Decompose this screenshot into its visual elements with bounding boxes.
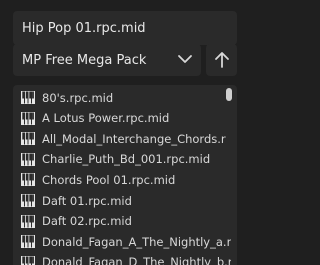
file-name-text: Hip Pop 01.rpc.mid	[22, 20, 146, 36]
file-list-item[interactable]: Donald_Fagan_D_The_Nightly_b.r	[13, 252, 231, 265]
arrow-up-icon	[214, 52, 229, 68]
file-list-item[interactable]: 80's.rpc.mid	[13, 87, 231, 108]
midi-browser-panel: Hip Pop 01.rpc.mid MP Free Mega Pack 80'…	[0, 0, 246, 265]
file-list-item[interactable]: Daft 01.rpc.mid	[13, 190, 231, 211]
piano-keys-icon	[21, 214, 35, 228]
pack-select[interactable]: MP Free Mega Pack	[13, 44, 201, 76]
piano-keys-icon	[21, 255, 35, 265]
chevron-down-icon	[178, 55, 192, 63]
file-list-item[interactable]: A Lotus Power.rpc.mid	[13, 108, 231, 129]
file-list-item[interactable]: Chords Pool 01.rpc.mid	[13, 169, 231, 190]
file-list-item-label: Charlie_Puth_Bd_001.rpc.mid	[42, 152, 211, 167]
piano-keys-icon	[21, 91, 35, 104]
pack-select-value: MP Free Mega Pack	[22, 52, 147, 68]
piano-keys-icon	[21, 132, 35, 146]
file-list-item[interactable]: Charlie_Puth_Bd_001.rpc.mid	[13, 149, 231, 170]
file-list-item-label: Donald_Fagan_D_The_Nightly_b.r	[42, 255, 231, 265]
file-list-item-label: Daft 02.rpc.mid	[42, 214, 132, 229]
file-list-scrollbar[interactable]	[224, 85, 234, 265]
piano-keys-icon	[21, 194, 35, 207]
file-list-item[interactable]: All_Modal_Interchange_Chords.r	[13, 128, 231, 149]
piano-keys-icon	[21, 235, 35, 249]
scrollbar-thumb[interactable]	[226, 88, 232, 101]
file-list-item-label: Chords Pool 01.rpc.mid	[42, 172, 176, 187]
piano-keys-icon	[21, 111, 35, 125]
file-name-field[interactable]: Hip Pop 01.rpc.mid	[13, 11, 237, 45]
file-list-item[interactable]: Daft 02.rpc.mid	[13, 211, 231, 232]
file-list-item-label: A Lotus Power.rpc.mid	[42, 111, 170, 126]
file-list-item-label: 80's.rpc.mid	[42, 90, 114, 105]
file-list-item-label: All_Modal_Interchange_Chords.r	[42, 131, 226, 146]
file-list-item-label: Donald_Fagan_A_The_Nightly_a.r	[42, 234, 231, 249]
parent-folder-button[interactable]	[206, 44, 237, 76]
file-list-item-label: Daft 01.rpc.mid	[42, 193, 132, 208]
file-list-item[interactable]: Donald_Fagan_A_The_Nightly_a.r	[13, 231, 231, 252]
piano-keys-icon	[21, 173, 35, 187]
piano-keys-icon	[21, 152, 35, 166]
file-list[interactable]: 80's.rpc.mid A Lotus Power.rpc.mid All_Mod…	[13, 85, 237, 265]
